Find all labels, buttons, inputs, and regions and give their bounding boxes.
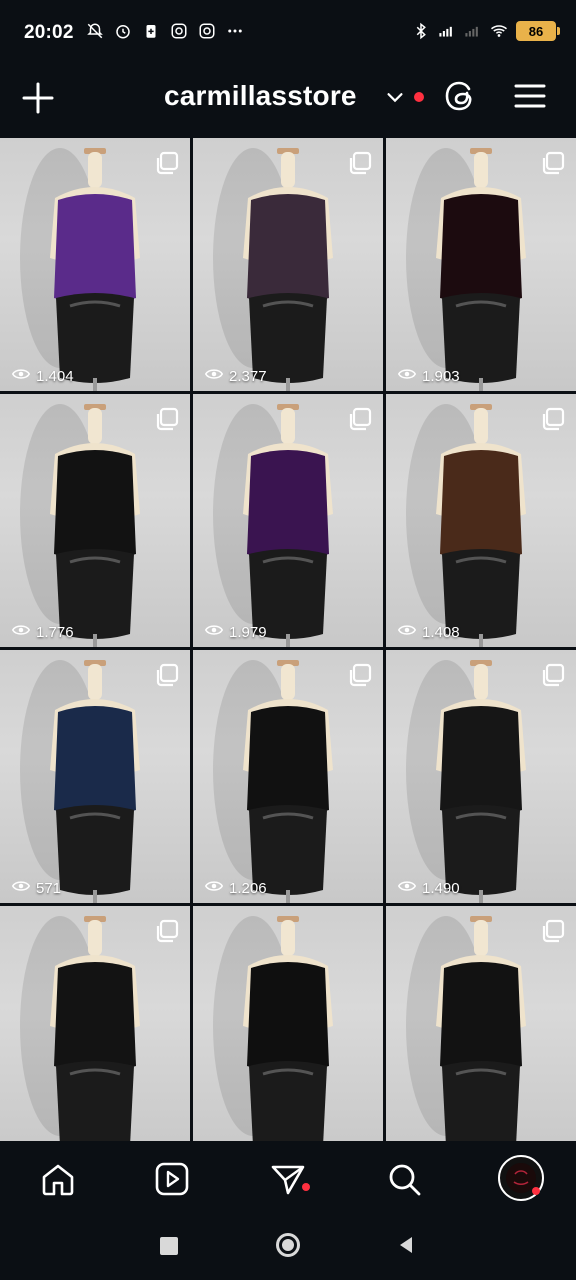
view-count: 1.903: [397, 367, 460, 385]
view-count-text: 1.903: [422, 367, 460, 385]
profile-notification-dot: [532, 1187, 540, 1195]
carousel-icon: [347, 662, 373, 688]
instagram-icon: [198, 22, 216, 40]
eye-icon: [204, 623, 224, 641]
eye-icon: [397, 879, 417, 897]
view-count: 1.408: [397, 623, 460, 641]
view-count: 571: [11, 879, 62, 897]
bluetooth-icon: [412, 22, 430, 40]
direct-icon: [271, 1165, 305, 1195]
status-time: 20:02: [24, 22, 74, 43]
menu-button[interactable]: [510, 76, 550, 116]
back-triangle-icon[interactable]: [396, 1235, 416, 1260]
threads-button[interactable]: [440, 76, 480, 116]
battery-indicator: 86: [516, 21, 560, 41]
carousel-icon: [540, 918, 566, 944]
view-count: 1.404: [11, 367, 74, 385]
post-tile[interactable]: [193, 906, 383, 1141]
view-count-text: 571: [36, 879, 62, 897]
signal-icon: [438, 22, 456, 40]
post-tile[interactable]: 1.490: [386, 650, 576, 903]
view-count: 1.490: [397, 879, 460, 897]
profile-header: carmillasstore: [0, 70, 576, 138]
notification-dot: [414, 92, 424, 102]
view-count-text: 1.206: [229, 879, 267, 897]
more-dots-icon: [226, 22, 244, 40]
view-count-text: 1.404: [36, 367, 74, 385]
battery-saver-icon: [142, 22, 160, 40]
bottom-nav: [0, 1141, 576, 1213]
signal-icon: [464, 22, 482, 40]
eye-icon: [11, 367, 31, 385]
carousel-icon: [347, 150, 373, 176]
search-icon: [389, 1164, 421, 1196]
reels-icon: [155, 1162, 189, 1196]
view-count: 1.206: [204, 879, 267, 897]
carousel-icon: [154, 662, 180, 688]
chevron-down-icon[interactable]: [384, 86, 406, 108]
post-tile[interactable]: 1.408: [386, 394, 576, 647]
view-count-text: 1.776: [36, 623, 74, 641]
post-tile[interactable]: 1.206: [193, 650, 383, 903]
post-tile[interactable]: 1.776: [0, 394, 190, 647]
post-tile[interactable]: 571: [0, 650, 190, 903]
post-tile[interactable]: [0, 906, 190, 1141]
carousel-icon: [154, 406, 180, 432]
carousel-icon: [154, 150, 180, 176]
eye-icon: [204, 367, 224, 385]
post-image: [213, 916, 333, 1141]
status-right-icons: 86: [412, 21, 560, 41]
carousel-icon: [347, 406, 373, 432]
search-button[interactable]: [384, 1159, 424, 1199]
posts-grid: 1.404 2.377 1.903 1.776 1.979 1.408 571 1.206 1.…: [0, 138, 576, 1141]
hamburger-menu-icon: [514, 84, 546, 108]
home-circle-icon[interactable]: [276, 1233, 300, 1257]
direct-messages-button[interactable]: [268, 1159, 308, 1199]
post-tile[interactable]: 1.903: [386, 138, 576, 391]
view-count: 1.776: [11, 623, 74, 641]
recents-square-icon[interactable]: [160, 1237, 178, 1255]
carousel-icon: [540, 150, 566, 176]
reels-button[interactable]: [152, 1159, 192, 1199]
eye-icon: [11, 623, 31, 641]
eye-icon: [397, 623, 417, 641]
threads-icon: [445, 81, 472, 111]
home-icon: [42, 1164, 74, 1196]
alarm-icon: [114, 22, 132, 40]
eye-icon: [11, 879, 31, 897]
eye-icon: [397, 367, 417, 385]
status-bar: 20:02 86: [0, 0, 576, 70]
post-tile[interactable]: 1.404: [0, 138, 190, 391]
status-left-icons: [86, 22, 244, 40]
view-count-text: 1.408: [422, 623, 460, 641]
view-count: 2.377: [204, 367, 267, 385]
mute-bell-icon: [86, 22, 104, 40]
profile-username[interactable]: carmillasstore: [164, 80, 357, 112]
carousel-icon: [540, 662, 566, 688]
system-nav-bar: [0, 1213, 576, 1280]
eye-icon: [204, 879, 224, 897]
direct-notification-dot: [302, 1183, 310, 1191]
view-count-text: 2.377: [229, 367, 267, 385]
view-count-text: 1.490: [422, 879, 460, 897]
wifi-icon: [490, 22, 508, 40]
post-tile[interactable]: 1.979: [193, 394, 383, 647]
view-count-text: 1.979: [229, 623, 267, 641]
instagram-icon: [170, 22, 188, 40]
view-count: 1.979: [204, 623, 267, 641]
home-button[interactable]: [38, 1159, 78, 1199]
create-button[interactable]: [18, 78, 58, 118]
carousel-icon: [540, 406, 566, 432]
post-tile[interactable]: [386, 906, 576, 1141]
post-tile[interactable]: 2.377: [193, 138, 383, 391]
carousel-icon: [154, 918, 180, 944]
plus-icon: [22, 82, 54, 114]
